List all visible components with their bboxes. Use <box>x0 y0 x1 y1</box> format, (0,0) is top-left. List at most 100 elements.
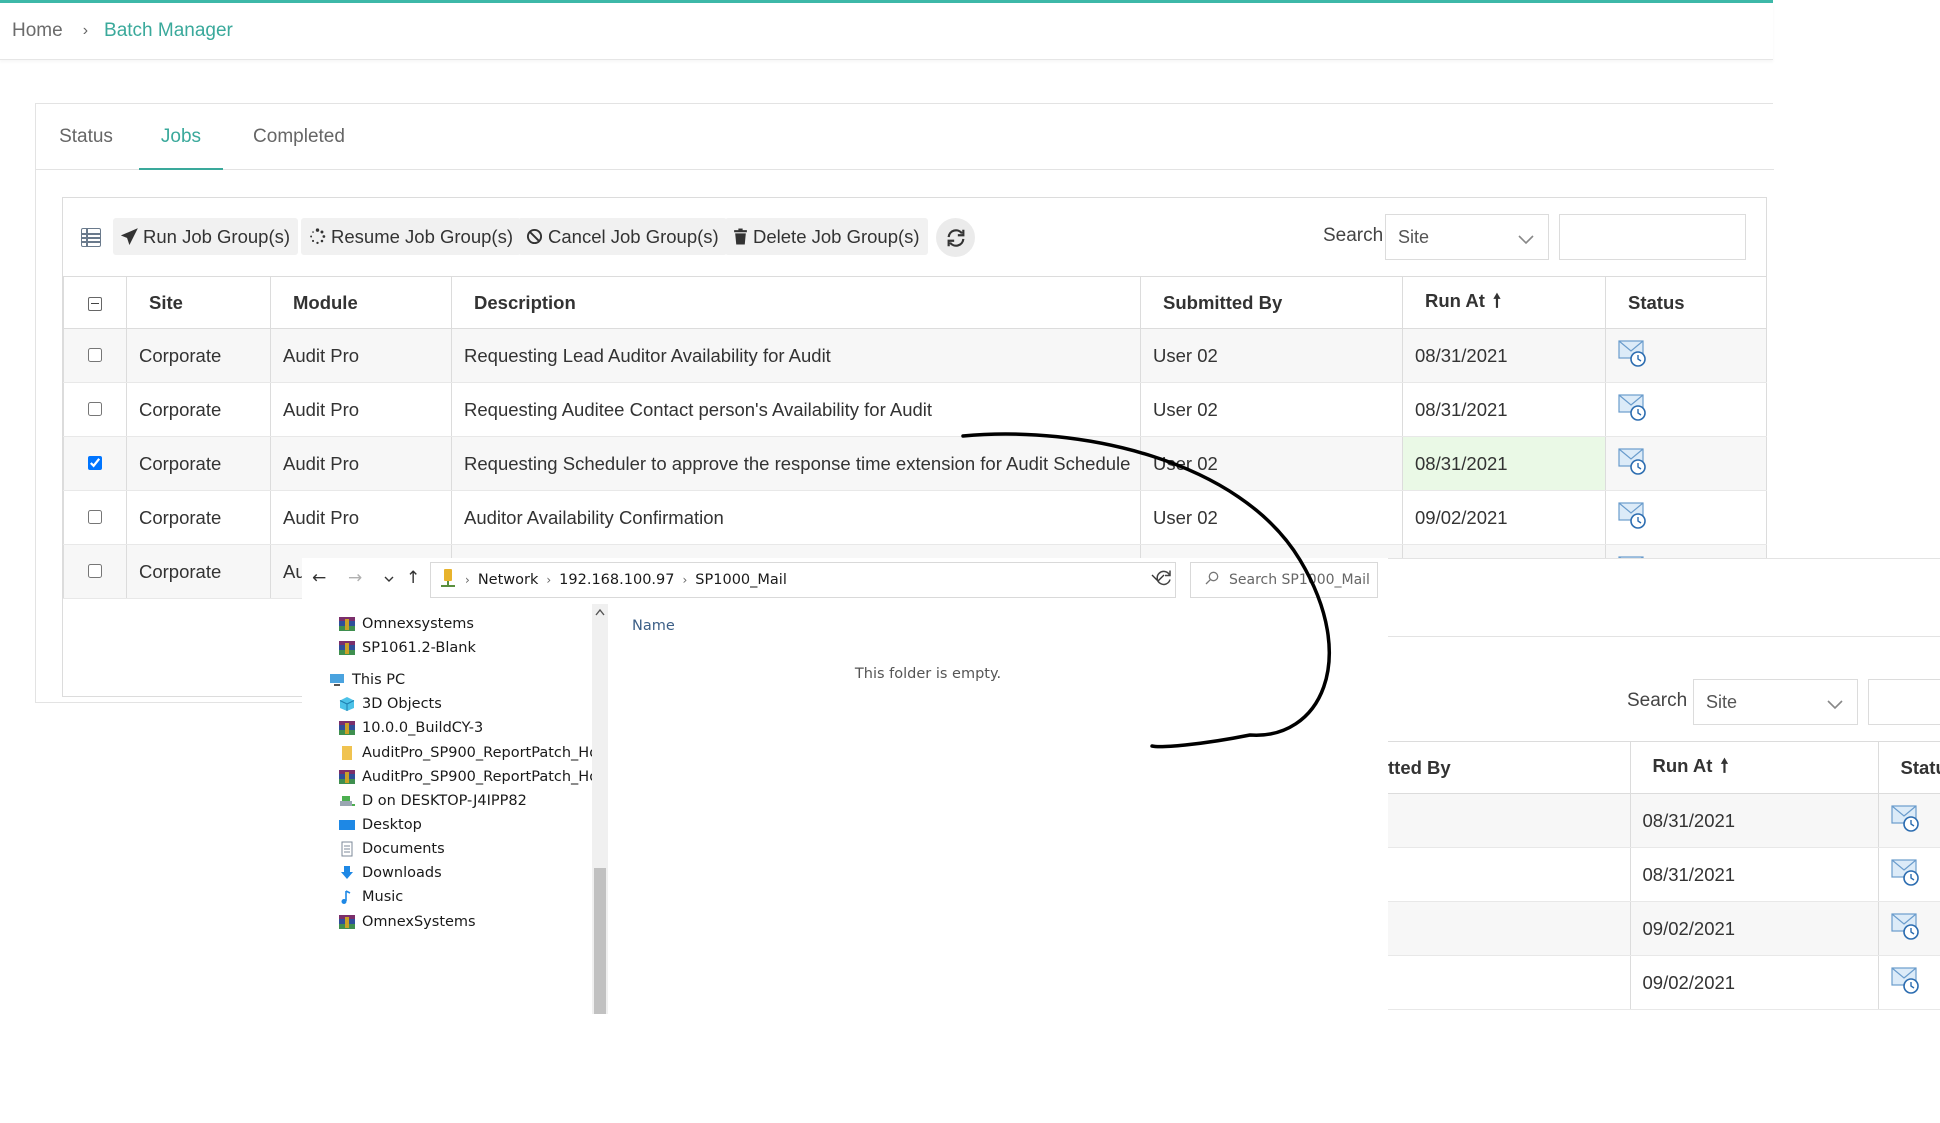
nav-item-downloads[interactable]: Downloads <box>338 861 442 885</box>
path-segment-folder[interactable]: SP1000_Mail <box>695 572 787 588</box>
row-checkbox[interactable] <box>88 455 102 470</box>
status-cell <box>1878 847 1940 902</box>
tab-jobs[interactable]: Jobs <box>139 104 223 170</box>
description-cell: Requesting Auditee Contact person's Avai… <box>451 382 1141 437</box>
column-header-name[interactable]: Name <box>632 618 675 634</box>
table-row[interactable]: 09/02/2021 <box>1388 901 1940 956</box>
column-header-run-at-label: Run At <box>1425 289 1485 311</box>
row-select-cell <box>63 328 127 383</box>
run-at-cell: 08/31/2021 <box>1630 793 1879 848</box>
column-header-submitted-by[interactable]: Submitted By <box>1140 276 1403 329</box>
nav-pane-scrollbar[interactable] <box>592 604 608 1014</box>
path-separator-icon: › <box>465 573 470 587</box>
column-header-status[interactable]: Status <box>1605 276 1767 329</box>
desktop-icon <box>338 817 356 833</box>
module-cell: Audit Pro <box>270 490 452 545</box>
forward-arrow-icon[interactable]: → <box>348 568 362 588</box>
column-header-site[interactable]: Site <box>126 276 271 329</box>
search-input[interactable] <box>1868 679 1940 725</box>
column-header-status[interactable]: Statu <box>1878 741 1940 794</box>
breadcrumb-current: Batch Manager <box>104 20 233 41</box>
scheduled-mail-icon[interactable] <box>1890 858 1921 891</box>
column-header-submitted-by[interactable]: tted By <box>1388 741 1631 794</box>
nav-item-auditpro-folder[interactable]: AuditPro_SP900_ReportPatch_HotF <box>338 741 592 765</box>
nav-item-omnexsystems[interactable]: Omnexsystems <box>338 612 474 636</box>
resume-job-group-button[interactable]: Resume Job Group(s) <box>301 218 521 255</box>
row-checkbox[interactable] <box>88 509 102 524</box>
address-bar[interactable]: › Network › 192.168.100.97 › SP1000_Mail <box>430 562 1176 598</box>
scheduled-mail-icon[interactable] <box>1890 912 1921 945</box>
explorer-search-box[interactable] <box>1190 562 1378 598</box>
back-arrow-icon[interactable]: ← <box>312 568 326 588</box>
path-segment-network[interactable]: Network <box>478 572 539 588</box>
nav-item-omnexsystems-2[interactable]: OmnexSystems <box>338 910 476 934</box>
archive-icon <box>338 720 356 736</box>
status-cell <box>1605 436 1767 491</box>
scheduled-mail-icon[interactable] <box>1890 804 1921 837</box>
resume-job-group-label: Resume Job Group(s) <box>331 225 513 247</box>
nav-item-build[interactable]: 10.0.0_BuildCY-3 <box>338 716 483 740</box>
column-header-run-at[interactable]: Run At 🠕 <box>1402 276 1606 329</box>
nav-item-desktop[interactable]: Desktop <box>338 813 422 837</box>
delete-job-group-button[interactable]: Delete Job Group(s) <box>725 218 928 255</box>
nav-item-auditpro-archive[interactable]: AuditPro_SP900_ReportPatch_HotF <box>338 765 592 789</box>
cancel-job-group-button[interactable]: Cancel Job Group(s) <box>518 218 727 255</box>
row-checkbox[interactable] <box>88 347 102 362</box>
scheduled-mail-icon[interactable] <box>1618 447 1648 480</box>
up-arrow-icon[interactable]: ↑ <box>406 568 420 588</box>
row-checkbox[interactable] <box>88 401 102 416</box>
nav-item-sp1061-blank[interactable]: SP1061.2-Blank <box>338 636 476 660</box>
table-row[interactable]: Corporate Audit Pro Requesting Lead Audi… <box>63 328 1767 383</box>
nav-item-documents[interactable]: Documents <box>338 837 445 861</box>
table-row[interactable]: Corporate Audit Pro Requesting Auditee C… <box>63 382 1767 437</box>
nav-item-3d-objects[interactable]: 3D Objects <box>338 692 442 716</box>
background-batch-window: Search Site tted By Run At 🠕 Statu 08/31/… <box>1388 558 1940 1010</box>
tab-completed[interactable]: Completed <box>244 104 354 170</box>
explorer-search-input[interactable] <box>1229 572 1369 588</box>
row-checkbox[interactable] <box>88 563 102 578</box>
table-row[interactable]: 08/31/2021 <box>1388 793 1940 848</box>
table-row[interactable]: 09/02/2021 <box>1388 955 1940 1010</box>
scrollbar-thumb[interactable] <box>594 868 606 1014</box>
status-cell <box>1878 793 1940 848</box>
network-folder-icon <box>439 568 457 592</box>
table-row[interactable]: Corporate Audit Pro Auditor Availability… <box>63 490 1767 545</box>
select-all-header[interactable] <box>63 276 127 329</box>
scheduled-mail-icon[interactable] <box>1890 966 1921 999</box>
module-cell: Audit Pro <box>270 382 452 437</box>
search-field-select[interactable]: Site <box>1693 679 1858 725</box>
path-segment-host[interactable]: 192.168.100.97 <box>559 572 674 588</box>
column-header-module[interactable]: Module <box>270 276 452 329</box>
search-field-select[interactable]: Site <box>1385 214 1549 260</box>
select-all-checkbox[interactable] <box>88 296 102 311</box>
status-cell <box>1605 328 1767 383</box>
scheduled-mail-icon[interactable] <box>1618 339 1648 372</box>
column-header-run-at-label: Run At <box>1652 754 1713 776</box>
run-job-group-button[interactable]: Run Job Group(s) <box>113 218 299 255</box>
folder-content-pane: Name This folder is empty. <box>608 604 1388 1014</box>
refresh-button[interactable] <box>936 218 975 257</box>
site-cell: Corporate <box>126 328 271 383</box>
table-row[interactable]: 08/31/2021 <box>1388 847 1940 902</box>
path-separator-icon: › <box>546 573 552 587</box>
scheduled-mail-icon[interactable] <box>1618 501 1648 534</box>
column-header-description[interactable]: Description <box>451 276 1141 329</box>
column-header-run-at[interactable]: Run At 🠕 <box>1630 741 1879 794</box>
table-header-row: Site Module Description Submitted By Run… <box>63 276 1767 329</box>
search-input[interactable] <box>1559 214 1746 260</box>
nav-item-this-pc[interactable]: This PC <box>328 668 405 692</box>
recent-locations-chevron-icon[interactable] <box>384 573 394 586</box>
reload-button[interactable] <box>1153 567 1179 593</box>
tab-status[interactable]: Status <box>50 104 122 170</box>
submitted-by-cell <box>1388 847 1631 902</box>
run-at-cell: 09/02/2021 <box>1630 955 1879 1010</box>
scheduled-mail-icon[interactable] <box>1618 393 1648 426</box>
nav-item-network-drive[interactable]: D on DESKTOP-J4IPP82 <box>338 789 527 813</box>
grid-view-icon[interactable] <box>81 228 101 247</box>
jobs-table: Site Module Description Submitted By Run… <box>63 276 1767 599</box>
submitted-by-cell: User 02 <box>1140 328 1403 383</box>
scroll-up-icon[interactable] <box>595 608 605 619</box>
nav-item-music[interactable]: Music <box>338 885 403 909</box>
breadcrumb-home-link[interactable]: Home <box>12 20 63 42</box>
table-row[interactable]: Corporate Audit Pro Requesting Scheduler… <box>63 436 1767 491</box>
